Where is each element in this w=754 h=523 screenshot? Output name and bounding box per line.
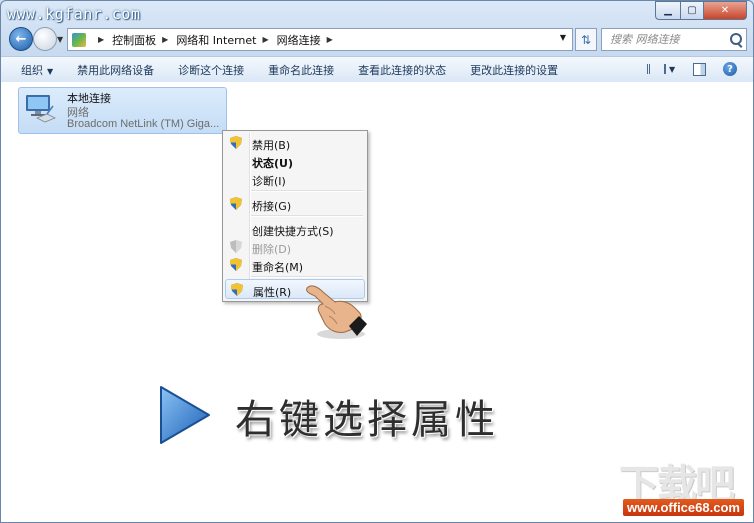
search-icon[interactable]: [730, 33, 742, 45]
local-connection-item[interactable]: 本地连接 网络 Broadcom NetLink (TM) Giga...: [18, 87, 227, 134]
search-box[interactable]: [601, 28, 747, 51]
connection-device: Broadcom NetLink (TM) Giga...: [67, 118, 220, 130]
maximize-button[interactable]: ▢: [681, 1, 704, 20]
menu-separator: [251, 276, 363, 278]
disable-device-button[interactable]: 禁用此网络设备: [77, 62, 154, 78]
refresh-button[interactable]: ⇅: [575, 28, 597, 51]
menu-item-label: 属性(R): [253, 286, 292, 299]
explorer-window: www.kgfanr.com ▁ ▢ ✕ ← ▼ ▶ 控制面板 ▶ 网络和 In…: [0, 0, 754, 523]
chevron-right-icon[interactable]: ▶: [263, 35, 269, 44]
refresh-icon: ⇅: [580, 32, 592, 47]
close-button[interactable]: ✕: [704, 1, 747, 20]
breadcrumb-network-internet[interactable]: 网络和 Internet: [176, 32, 256, 48]
site-logo: 下载吧 www.office68.com: [609, 452, 749, 518]
forward-button[interactable]: [33, 27, 57, 51]
menu-separator: [251, 215, 363, 217]
menu-item-create-shortcut[interactable]: 创建快捷方式(S): [225, 219, 365, 239]
organize-label: 组织: [21, 63, 43, 77]
shield-icon: [230, 136, 242, 149]
menu-item-disable[interactable]: 禁用(B): [225, 133, 365, 153]
menu-item-delete: 删除(D): [225, 237, 365, 257]
play-arrow-icon: [160, 386, 210, 444]
shield-icon: [230, 197, 242, 210]
menu-item-diagnose[interactable]: 诊断(I): [225, 169, 365, 189]
watermark-url: www.kgfanr.com: [7, 5, 141, 23]
network-adapter-icon: [26, 95, 56, 123]
shield-icon: [230, 240, 242, 253]
control-panel-icon: [72, 32, 86, 47]
command-bar: 组织 ▼ 禁用此网络设备 诊断这个连接 重命名此连接 查看此连接的状态 更改此连接…: [1, 56, 753, 83]
menu-separator: [251, 190, 363, 192]
recent-pages-dropdown[interactable]: ▼: [57, 35, 63, 44]
pointing-hand-icon: [306, 285, 367, 339]
menu-item-label: 重命名(M): [252, 261, 304, 274]
title-bar[interactable]: www.kgfanr.com ▁ ▢ ✕: [1, 1, 753, 25]
instruction-caption: 右键选择属性: [235, 397, 499, 443]
minimize-button[interactable]: ▁: [655, 1, 681, 20]
chevron-down-icon: ▼: [47, 66, 54, 76]
breadcrumb-network-connections[interactable]: 网络连接: [277, 32, 321, 48]
change-settings-button[interactable]: 更改此连接的设置: [470, 62, 558, 78]
back-button[interactable]: ←: [9, 27, 33, 51]
shield-icon: [231, 283, 243, 296]
shield-icon: [230, 258, 242, 271]
context-menu: 禁用(B) 状态(U) 诊断(I) 桥接(G) 创建快捷方式(S) 删除(D): [222, 130, 368, 302]
back-arrow-icon: ←: [15, 31, 27, 47]
menu-item-label: 诊断(I): [252, 175, 286, 188]
rename-connection-button[interactable]: 重命名此连接: [268, 62, 334, 78]
menu-item-rename[interactable]: 重命名(M): [225, 255, 365, 275]
menu-item-label: 桥接(G): [252, 200, 292, 213]
preview-pane-icon[interactable]: [693, 63, 706, 76]
menu-item-bridge[interactable]: 桥接(G): [225, 194, 365, 214]
navigation-bar: ← ▼ ▶ 控制面板 ▶ 网络和 Internet ▶ 网络连接 ▶ ▼ ⇅: [1, 27, 753, 53]
organize-menu[interactable]: 组织 ▼: [21, 62, 53, 78]
help-icon[interactable]: ?: [723, 62, 737, 76]
chevron-right-icon[interactable]: ▶: [327, 35, 333, 44]
content-area: 本地连接 网络 Broadcom NetLink (TM) Giga... 禁用…: [1, 82, 753, 522]
logo-url: www.office68.com: [623, 499, 744, 516]
chevron-right-icon[interactable]: ▶: [162, 35, 168, 44]
search-input[interactable]: [608, 32, 730, 47]
address-dropdown-icon[interactable]: ▼: [560, 33, 566, 42]
caption-buttons: ▁ ▢ ✕: [655, 1, 747, 20]
view-dropdown-icon[interactable]: ▼: [669, 65, 675, 79]
view-status-button[interactable]: 查看此连接的状态: [358, 62, 446, 78]
diagnose-connection-button[interactable]: 诊断这个连接: [178, 62, 244, 78]
breadcrumb-control-panel[interactable]: 控制面板: [112, 32, 156, 48]
chevron-right-icon[interactable]: ▶: [98, 35, 104, 44]
change-view-icon[interactable]: [647, 64, 666, 74]
menu-item-status[interactable]: 状态(U): [225, 151, 365, 171]
address-bar[interactable]: ▶ 控制面板 ▶ 网络和 Internet ▶ 网络连接 ▶ ▼: [67, 28, 573, 51]
